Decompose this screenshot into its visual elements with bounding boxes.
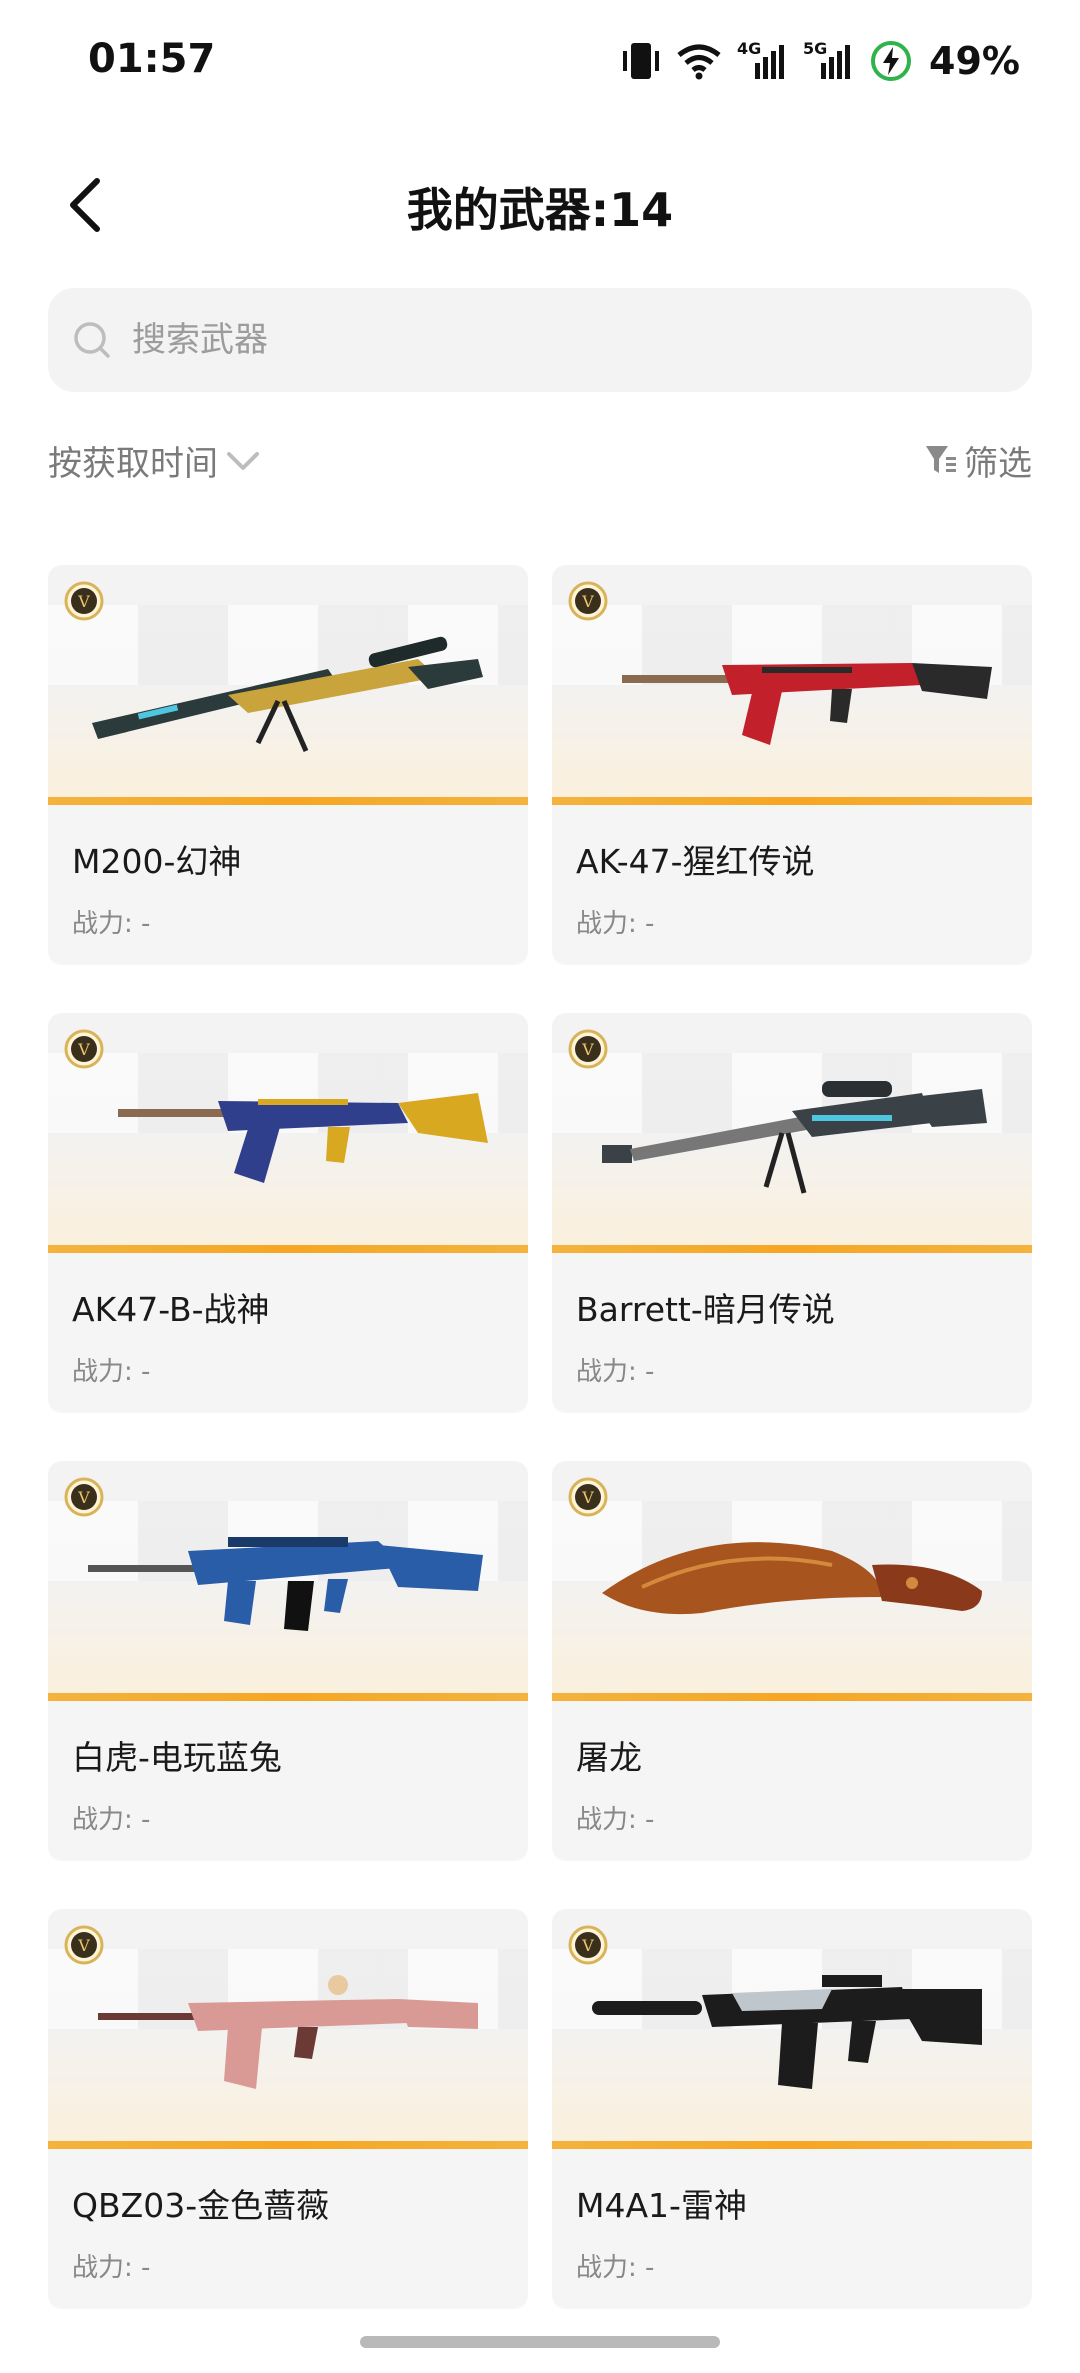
filter-button[interactable]: 筛选 <box>924 436 1032 485</box>
weapon-image-area: V <box>552 565 1032 797</box>
weapon-power: 战力: - <box>576 2253 655 2283</box>
signal-5g-icon: 5G <box>803 39 855 83</box>
weapon-name: QBZ03-金色蔷薇 <box>72 2186 330 2225</box>
weapon-name: 屠龙 <box>576 1738 642 1777</box>
weapon-card[interactable]: V 白虎-电玩蓝兔 战力: - <box>48 1461 528 1861</box>
card-accent-bar <box>552 2141 1032 2149</box>
battery-charging-icon <box>869 39 913 83</box>
weapon-name: Barrett-暗月传说 <box>576 1290 835 1329</box>
weapon-grid: V M200-幻神 战力: - V AK-47-猩红传说 战力: - V AK4… <box>48 565 1032 2309</box>
weapon-ak-icon <box>118 1093 488 1183</box>
weapon-power: 战力: - <box>576 1357 655 1387</box>
status-icons: 4G 5G 49% <box>621 36 1020 86</box>
weapon-ak-icon <box>622 663 992 745</box>
weapon-card[interactable]: V Barrett-暗月传说 战力: - <box>552 1013 1032 1413</box>
network-5g-label: 5G <box>803 39 828 58</box>
filter-icon <box>926 445 956 473</box>
weapon-power: 战力: - <box>72 1805 151 1835</box>
weapon-power: 战力: - <box>72 2253 151 2283</box>
vibrate-icon <box>621 39 661 83</box>
network-4g-label: 4G <box>737 39 762 58</box>
card-accent-bar <box>48 2141 528 2149</box>
status-time: 01:57 <box>88 36 216 82</box>
weapon-image-area: V <box>552 1013 1032 1245</box>
weapon-card[interactable]: V 屠龙 战力: - <box>552 1461 1032 1861</box>
weapon-sniper-icon <box>92 636 483 753</box>
weapon-card[interactable]: V QBZ03-金色蔷薇 战力: - <box>48 1909 528 2309</box>
weapon-power: 战力: - <box>72 1357 151 1387</box>
card-accent-bar <box>48 797 528 805</box>
weapon-name: M4A1-雷神 <box>576 2186 747 2225</box>
card-accent-bar <box>48 1693 528 1701</box>
weapon-image-area: V <box>48 1013 528 1245</box>
card-accent-bar <box>48 1245 528 1253</box>
chevron-down-icon <box>227 451 259 470</box>
weapon-image-area: V <box>552 1909 1032 2141</box>
card-accent-bar <box>552 1693 1032 1701</box>
signal-4g-icon: 4G <box>737 39 789 83</box>
weapon-name: M200-幻神 <box>72 842 242 881</box>
sort-label: 按获取时间 <box>48 444 218 484</box>
weapon-machete-icon <box>602 1542 982 1615</box>
search-input[interactable] <box>130 319 1014 361</box>
search-icon <box>70 318 114 362</box>
weapon-power: 战力: - <box>576 1805 655 1835</box>
weapon-image-area: V <box>48 1909 528 2141</box>
search-bar[interactable] <box>48 288 1032 392</box>
weapon-image-area: V <box>48 565 528 797</box>
weapon-name: 白虎-电玩蓝兔 <box>72 1738 282 1777</box>
card-accent-bar <box>552 1245 1032 1253</box>
weapon-power: 战力: - <box>72 909 151 939</box>
wifi-icon <box>675 41 723 81</box>
home-indicator[interactable] <box>360 2336 720 2348</box>
card-accent-bar <box>552 797 1032 805</box>
battery-percent: 49% <box>929 39 1020 83</box>
header: 我的武器:14 <box>0 150 1080 260</box>
weapon-card[interactable]: V M4A1-雷神 战力: - <box>552 1909 1032 2309</box>
list-controls: 按获取时间 筛选 <box>48 436 1032 496</box>
weapon-barrett-icon <box>602 1081 987 1194</box>
filter-label: 筛选 <box>964 444 1032 484</box>
sort-dropdown[interactable]: 按获取时间 <box>48 436 260 485</box>
weapon-rifle-icon <box>88 1537 483 1631</box>
status-bar: 01:57 4G 5G 49% <box>0 0 1080 120</box>
weapon-m4-icon <box>592 1975 982 2089</box>
weapon-card[interactable]: V AK47-B-战神 战力: - <box>48 1013 528 1413</box>
weapon-image-area: V <box>48 1461 528 1693</box>
weapon-rifle-icon <box>98 1975 478 2089</box>
weapon-name: AK47-B-战神 <box>72 1290 270 1329</box>
weapon-power: 战力: - <box>576 909 655 939</box>
weapon-name: AK-47-猩红传说 <box>576 842 815 881</box>
weapon-card[interactable]: V AK-47-猩红传说 战力: - <box>552 565 1032 965</box>
weapon-card[interactable]: V M200-幻神 战力: - <box>48 565 528 965</box>
weapon-image-area: V <box>552 1461 1032 1693</box>
page-title: 我的武器:14 <box>406 183 674 237</box>
